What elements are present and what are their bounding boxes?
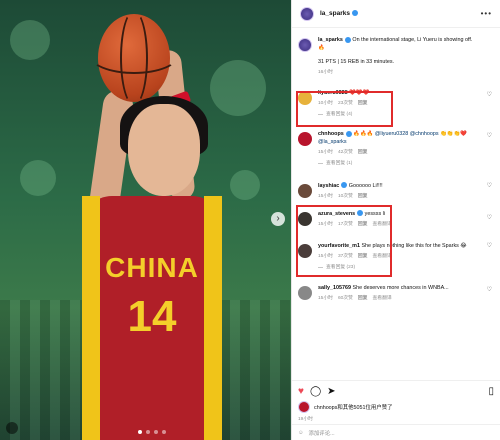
comment-likes[interactable]: 42次赞: [338, 150, 353, 155]
comment-time: 15小时: [318, 150, 333, 156]
caption-stats: 31 PTS | 15 REB in 33 minutes.: [318, 59, 395, 66]
highlight-box: [296, 91, 393, 127]
player-head: [128, 104, 200, 196]
avatar[interactable]: [298, 401, 310, 413]
heart-icon[interactable]: ♡: [487, 242, 492, 251]
carousel-dots: [138, 430, 166, 434]
heart-icon[interactable]: ♡: [487, 286, 492, 295]
comment: layshiac Goooooo Li!!!! 15小时 10次赞 回复 ♡: [292, 172, 500, 204]
comment-text: She deserves more chances in WNBA...: [352, 284, 449, 291]
share-icon[interactable]: ➤: [327, 386, 335, 397]
avatar[interactable]: [298, 38, 312, 52]
comment-time: 15小时: [318, 193, 333, 199]
verified-icon: [344, 36, 351, 43]
heart-icon[interactable]: ♡: [487, 91, 492, 100]
verified-icon: [341, 182, 348, 189]
add-comment-input[interactable]: 添加评论...: [309, 429, 335, 437]
heart-icon[interactable]: ♡: [487, 132, 492, 141]
post-panel: la_sparks ••• la_sparks On the internati…: [291, 0, 500, 440]
likes-summary: chnhoops和其他5051位用户赞了: [292, 401, 500, 413]
reply-button[interactable]: 回复: [358, 296, 368, 301]
jersey: CHINA 14: [82, 196, 222, 440]
avatar[interactable]: [298, 132, 312, 146]
avatar[interactable]: [298, 183, 312, 198]
liked-by-text[interactable]: chnhoops和其他5051位用户赞了: [314, 403, 393, 411]
reply-button[interactable]: 回复: [358, 150, 368, 155]
comment-likes[interactable]: 10次赞: [338, 194, 353, 199]
next-image-icon[interactable]: ›: [271, 212, 285, 226]
more-options-icon[interactable]: •••: [481, 9, 492, 18]
comment-username[interactable]: sally_105769: [318, 285, 351, 291]
add-comment-bar: ☺ 添加评论...: [292, 424, 500, 440]
comment-text: Goooooo Li!!!!: [348, 182, 383, 189]
action-bar: ♥ ◯ ➤ ▯: [292, 381, 500, 401]
verified-icon: [352, 10, 358, 17]
comments-list[interactable]: la_sparks On the international stage, Li…: [292, 28, 500, 380]
tag-icon[interactable]: [6, 422, 18, 434]
post-time: 19小时: [298, 417, 313, 422]
bookmark-icon[interactable]: ▯: [488, 386, 494, 397]
post-footer: ♥ ◯ ➤ ▯ chnhoops和其他5051位用户赞了 19小时 ☺ 添加评论…: [292, 380, 500, 440]
heart-icon[interactable]: ♡: [487, 182, 492, 191]
caption-text: On the international stage, Li Yueru is …: [352, 37, 473, 43]
view-replies[interactable]: 查看回复 (1): [318, 160, 478, 167]
highlight-box: [296, 205, 392, 277]
emoji-icon[interactable]: ☺: [298, 430, 304, 436]
post-username[interactable]: la_sparks: [320, 10, 358, 17]
caption-emoji: 🔥: [318, 45, 325, 52]
comment-icon[interactable]: ◯: [310, 386, 321, 397]
caption-username[interactable]: la_sparks: [318, 37, 343, 43]
avatar[interactable]: [298, 285, 312, 300]
basketball: [88, 10, 180, 106]
avatar[interactable]: [300, 6, 314, 21]
jersey-number: 14: [127, 292, 177, 341]
comment-time: 15小时: [318, 295, 333, 301]
verified-icon: [345, 130, 352, 137]
comment: chnhoops 🔥🔥🔥 @liyueru0328 @chnhoops 👏👏👏❤…: [292, 122, 500, 172]
post-header: la_sparks •••: [292, 0, 500, 28]
jersey-country: CHINA: [105, 252, 199, 283]
caption: la_sparks On the international stage, Li…: [292, 28, 500, 81]
view-translation[interactable]: 查看翻译: [372, 296, 391, 301]
comment-username[interactable]: chnhoops: [318, 131, 344, 137]
comment-likes[interactable]: 60次赞: [338, 296, 353, 301]
comment-username[interactable]: layshiac: [318, 183, 339, 189]
heart-icon[interactable]: ♡: [487, 214, 492, 223]
caption-time: 16小时: [318, 70, 333, 76]
post-image: CHINA 14 ›: [0, 0, 291, 440]
heart-icon[interactable]: ♥: [298, 386, 304, 397]
comment: sally_105769 She deserves more chances i…: [292, 276, 500, 306]
reply-button[interactable]: 回复: [358, 194, 368, 199]
